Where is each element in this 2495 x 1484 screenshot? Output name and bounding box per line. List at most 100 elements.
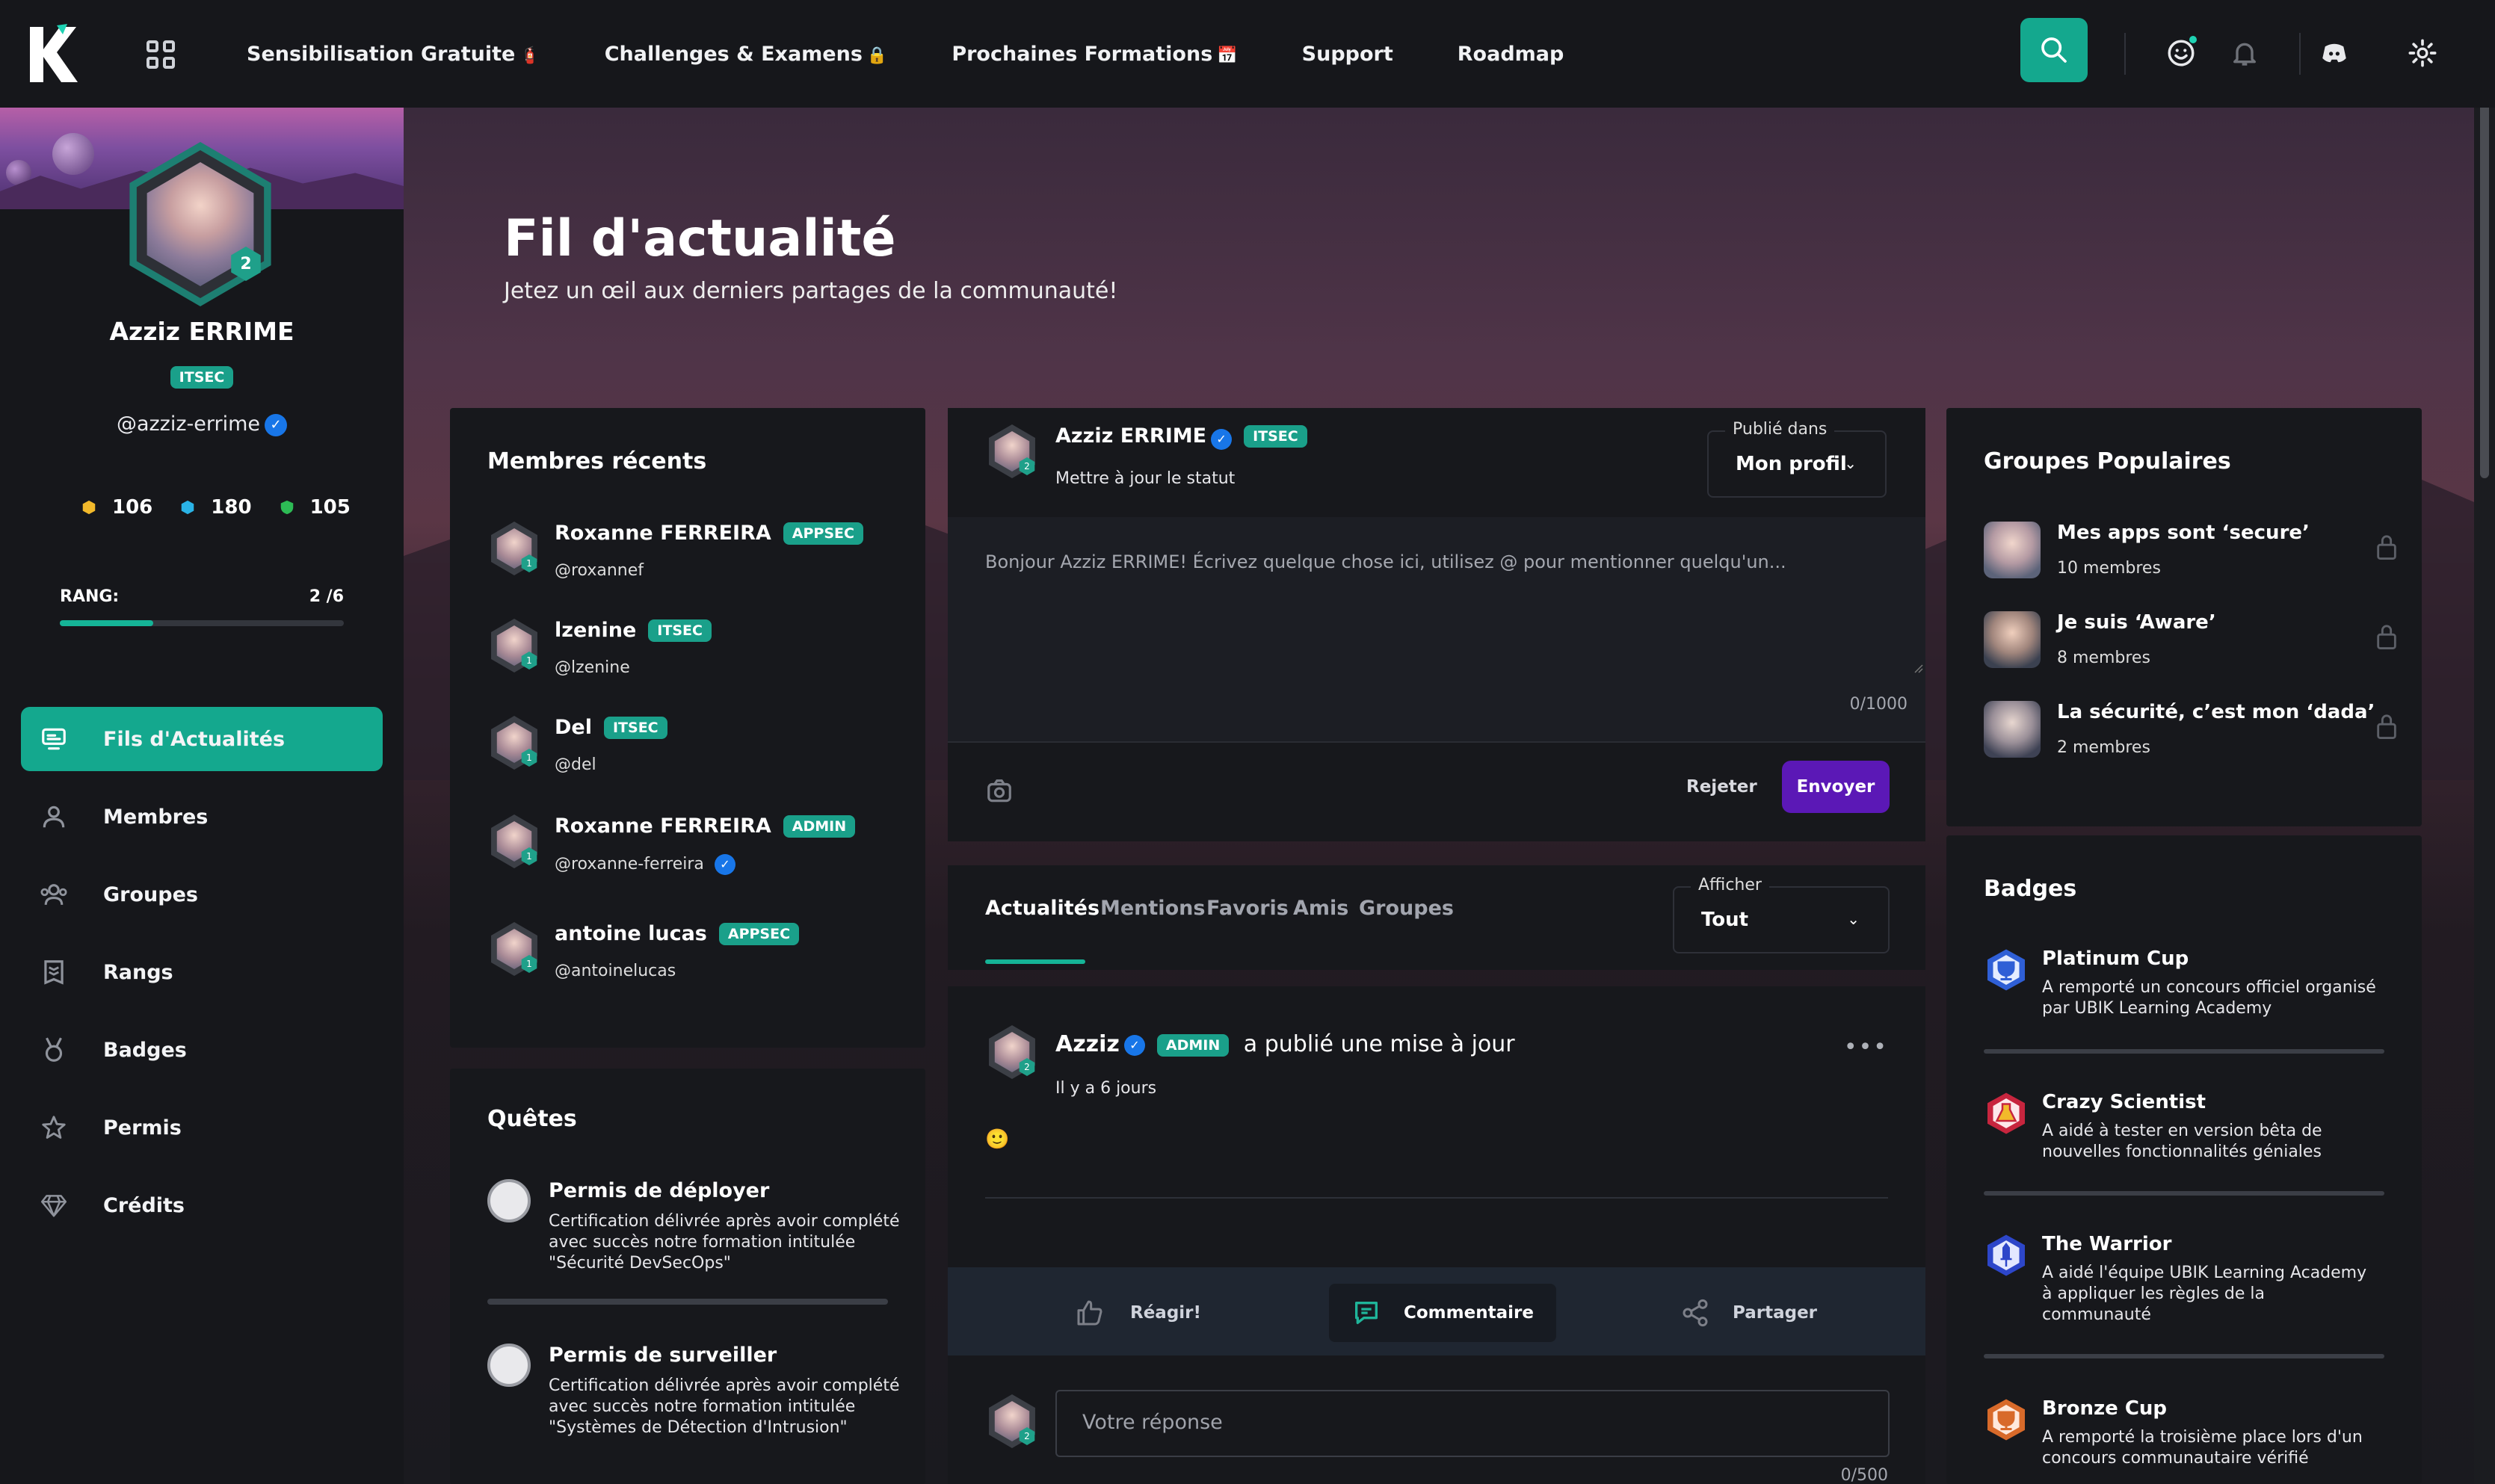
update-status-link[interactable]: Mettre à jour le statut	[1055, 469, 1235, 488]
badge-divider	[1984, 1049, 2384, 1054]
discord-button[interactable]	[2317, 36, 2351, 70]
chevron-down-icon: ⌄	[1844, 454, 1857, 472]
sidebar-item-credits[interactable]: Crédits	[21, 1173, 383, 1237]
crazy-scientist-icon	[1987, 1092, 2025, 1134]
send-button[interactable]: Envoyer	[1782, 761, 1890, 813]
main-nav: Sensibilisation Gratuite 🧯 Challenges & E…	[247, 0, 1628, 108]
diamond-icon	[40, 1195, 67, 1217]
nav-sensibilisation[interactable]: Sensibilisation Gratuite 🧯	[247, 43, 540, 66]
lock-icon	[2377, 714, 2396, 739]
badges-card: Badges Platinum Cup A remporté un concour…	[1946, 835, 2422, 1484]
page-subtitle: Jetez un œil aux derniers partages de la…	[504, 278, 1118, 304]
share-button[interactable]: Partager	[1680, 1290, 1817, 1336]
sidebar-item-groups[interactable]: Groupes	[21, 862, 383, 927]
group-item[interactable]: Je suis ‘Aware’ 8 membres	[1984, 611, 2402, 668]
tab-amis[interactable]: Amis	[1293, 897, 1348, 920]
smiley-status-button[interactable]	[2164, 36, 2198, 70]
badge-item[interactable]: Crazy Scientist A aidé à tester en versio…	[1984, 1091, 2378, 1163]
chevron-down-icon: ⌄	[1847, 910, 1860, 928]
post-author[interactable]: Azziz	[1055, 1031, 1120, 1057]
divider	[2299, 33, 2301, 75]
avatar: 1	[487, 922, 541, 976]
group-icon	[40, 884, 67, 905]
group-item[interactable]: La sécurité, c’est mon ‘dada’ 2 membres	[1984, 701, 2402, 758]
tab-actualites[interactable]: Actualités	[985, 897, 1100, 920]
search-button[interactable]	[2020, 18, 2088, 82]
comment-button[interactable]: Commentaire	[1329, 1284, 1556, 1342]
ranks-icon	[44, 960, 64, 985]
bronze-cup-icon	[1987, 1399, 2025, 1441]
show-filter-select[interactable]: Afficher Tout ⌄	[1673, 876, 1890, 953]
list-item[interactable]: 1 Roxanne FERREIRA APPSEC @roxannef	[487, 522, 863, 580]
verified-icon: ✓	[1123, 1034, 1145, 1056]
list-item[interactable]: 1 Roxanne FERREIRA ADMIN @roxanne-ferreira…	[487, 814, 856, 875]
page-title: Fil d'actualité	[504, 209, 896, 268]
badge-divider	[1984, 1191, 2384, 1196]
reply-input[interactable]: Votre réponse	[1055, 1390, 1890, 1457]
bell-icon	[2233, 43, 2256, 66]
sidebar-item-badges[interactable]: Badges	[21, 1018, 383, 1082]
post-time: Il y a 6 jours	[1055, 1079, 1157, 1098]
tab-mentions[interactable]: Mentions	[1100, 897, 1205, 920]
member-tag: APPSEC	[783, 522, 863, 545]
react-button[interactable]: Réagir!	[1075, 1290, 1201, 1336]
nav-roadmap[interactable]: Roadmap	[1458, 43, 1564, 66]
published-in-select[interactable]: Publié dans Mon profil ⌄	[1707, 420, 1887, 498]
badges-title: Badges	[1984, 876, 2077, 902]
avatar: 1	[487, 814, 541, 868]
nav-formations[interactable]: Prochaines Formations 📅	[952, 43, 1237, 66]
list-item[interactable]: 1 lzenine ITSEC @lzenine	[487, 619, 712, 677]
sidebar-item-feed[interactable]: Fils d'Actualités	[21, 707, 383, 771]
apps-grid-icon[interactable]	[147, 40, 175, 69]
ubik-logo[interactable]	[27, 22, 81, 87]
camera-icon[interactable]	[985, 777, 1014, 806]
list-item[interactable]: 1 antoine lucas APPSEC @antoinelucas	[487, 922, 800, 980]
reject-button[interactable]: Rejeter	[1686, 761, 1757, 813]
comment-icon	[1355, 1302, 1378, 1324]
rank-label: RANG:	[60, 587, 120, 606]
sidebar-item-ranks[interactable]: Rangs	[21, 940, 383, 1004]
list-item[interactable]: 1 Del ITSEC @del	[487, 716, 667, 774]
sidebar-menu: Fils d'Actualités Membres Groupes Rangs …	[21, 707, 383, 1251]
sidebar-item-permits[interactable]: Permis	[21, 1095, 383, 1160]
tab-groupes[interactable]: Groupes	[1359, 897, 1454, 920]
badge-item[interactable]: Bronze Cup A remporté la troisième place …	[1984, 1397, 2378, 1469]
settings-button[interactable]	[2405, 36, 2440, 70]
post-textarea[interactable]: Bonjour Azziz ERRIME! Écrivez quelque ch…	[948, 517, 1925, 741]
avatar: 1	[487, 522, 541, 575]
avatar[interactable]: 2	[985, 1025, 1039, 1079]
nav-support[interactable]: Support	[1302, 43, 1393, 66]
notifications-button[interactable]	[2227, 36, 2262, 70]
tab-favoris[interactable]: Favoris	[1206, 897, 1289, 920]
thumbs-up-icon	[1077, 1300, 1102, 1326]
feed-post: 2 Azziz ✓ ADMIN a publié une mise à jour I…	[948, 986, 1925, 1300]
sidebar-item-members[interactable]: Membres	[21, 785, 383, 849]
badge-item[interactable]: Platinum Cup A remporté un concours offic…	[1984, 947, 2378, 1019]
permit-medal-icon	[487, 1179, 531, 1222]
verified-icon: ✓	[1211, 428, 1233, 450]
page-scrollbar[interactable]	[2474, 0, 2495, 1484]
profile-handle: @azziz-errime	[116, 412, 261, 436]
warrior-icon	[1987, 1234, 2025, 1276]
char-counter: 0/1000	[1849, 695, 1908, 714]
member-tag: APPSEC	[718, 923, 800, 945]
avatar: 1	[487, 619, 541, 673]
gold-coin-icon	[82, 500, 96, 515]
member-tag: ADMIN	[783, 815, 856, 838]
quest-item[interactable]: Permis de surveiller Certification délivr…	[487, 1344, 900, 1438]
lock-icon	[2377, 535, 2396, 560]
medal-icon	[45, 1037, 63, 1062]
more-options-icon[interactable]: •••	[1844, 1034, 1888, 1060]
profile-avatar[interactable]: 2	[118, 142, 283, 306]
rank-progress	[60, 620, 344, 626]
quest-item[interactable]: Permis de déployer Certification délivrée…	[487, 1179, 900, 1274]
group-item[interactable]: Mes apps sont ‘secure’ 10 membres	[1984, 522, 2402, 578]
avatar: 1	[487, 716, 541, 770]
resize-handle-icon[interactable]	[1913, 664, 1924, 674]
reply-counter: 0/500	[1840, 1466, 1888, 1484]
badge-item[interactable]: The Warrior A aidé l'équipe UBIK Learning…	[1984, 1233, 2378, 1326]
active-tab-indicator	[985, 959, 1085, 964]
avatar: 2	[985, 1394, 1039, 1448]
nav-challenges[interactable]: Challenges & Examens 🔒	[605, 43, 888, 66]
profile-stats: 106 180 105	[81, 496, 377, 519]
